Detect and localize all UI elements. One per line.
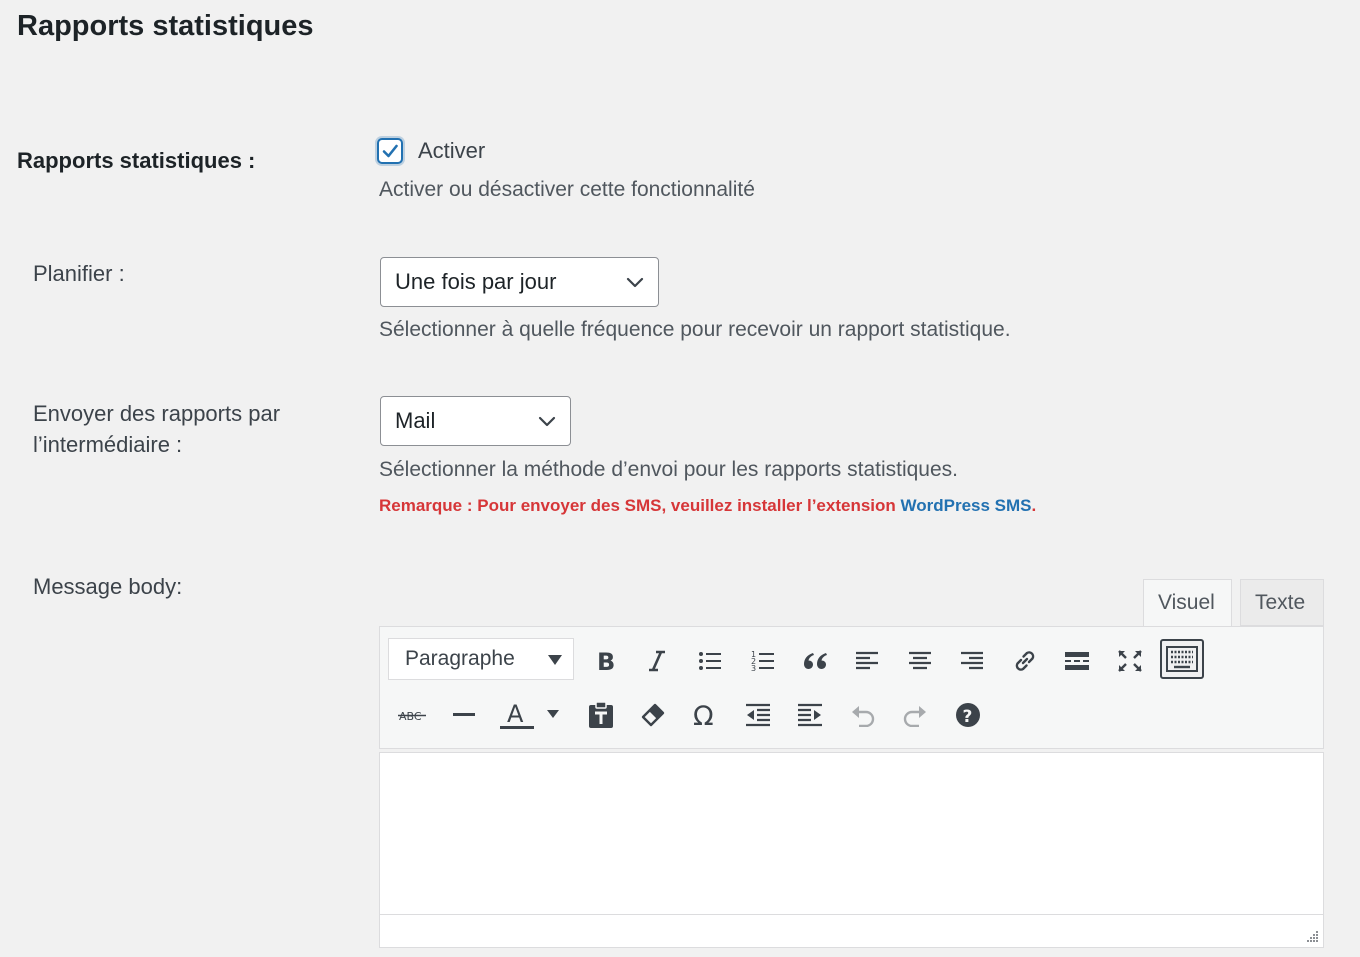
- send-via-select[interactable]: Mail: [380, 396, 571, 446]
- paste-text-button[interactable]: [581, 695, 621, 735]
- link-icon: [1015, 651, 1035, 671]
- indent-button[interactable]: [790, 695, 830, 735]
- strikethrough-button[interactable]: ABC: [392, 695, 432, 735]
- text-color-icon: A: [500, 700, 559, 729]
- svg-text:3: 3: [751, 664, 756, 673]
- svg-text:A: A: [507, 700, 524, 728]
- editor-toolbar: Paragraphe B 1 2 3 ABC A Ω ?: [379, 626, 1324, 749]
- numbered-list-button[interactable]: 1 2 3: [743, 641, 783, 681]
- editor-status-bar: [379, 914, 1324, 948]
- read-more-icon: [1065, 652, 1089, 670]
- clear-formatting-button[interactable]: [633, 695, 673, 735]
- read-more-button[interactable]: [1057, 641, 1097, 681]
- outdent-icon: [746, 703, 770, 727]
- special-character-icon: Ω: [693, 701, 714, 729]
- blockquote-icon: [804, 653, 827, 669]
- horizontal-line-button[interactable]: [444, 695, 484, 735]
- italic-icon: [649, 650, 665, 672]
- svg-text:?: ?: [963, 707, 973, 727]
- outdent-button[interactable]: [738, 695, 778, 735]
- paste-text-icon: [589, 701, 613, 728]
- text-color-button[interactable]: A: [496, 695, 564, 735]
- help-icon: ?: [956, 703, 980, 727]
- chevron-down-icon: [538, 416, 556, 427]
- fullscreen-icon: [1118, 650, 1142, 672]
- indent-icon: [798, 703, 822, 727]
- enable-checkbox[interactable]: [377, 138, 403, 164]
- link-button[interactable]: [1005, 641, 1045, 681]
- undo-button[interactable]: [843, 695, 883, 735]
- horizontal-line-icon: [453, 713, 475, 716]
- bulleted-list-button[interactable]: [690, 641, 730, 681]
- enable-checkbox-label[interactable]: Activer: [418, 138, 485, 164]
- tab-text[interactable]: Texte: [1240, 579, 1324, 626]
- tab-visual[interactable]: Visuel: [1143, 579, 1232, 626]
- schedule-label: Planifier :: [33, 261, 125, 286]
- format-select-value: Paragraphe: [405, 647, 515, 670]
- toolbar-toggle-icon: [1166, 646, 1198, 672]
- svg-text:Ω: Ω: [693, 701, 714, 729]
- enable-row-label: Rapports statistiques :: [17, 148, 256, 173]
- enable-description: Activer ou désactiver cette fonctionnali…: [379, 178, 755, 201]
- wordpress-sms-link[interactable]: WordPress SMS: [901, 496, 1032, 515]
- bold-button[interactable]: B: [585, 641, 625, 681]
- clear-formatting-icon: [641, 703, 665, 727]
- send-via-description: Sélectionner la méthode d’envoi pour les…: [379, 458, 958, 481]
- undo-icon: [852, 706, 875, 727]
- sms-note: Remarque : Pour envoyer des SMS, veuille…: [379, 496, 1036, 516]
- fullscreen-button[interactable]: [1110, 641, 1150, 681]
- svg-text:B: B: [597, 649, 615, 673]
- caret-down-icon: [548, 655, 562, 665]
- align-center-button[interactable]: [900, 641, 940, 681]
- send-via-label-line2: l’intermédiaire :: [33, 432, 183, 457]
- format-select[interactable]: Paragraphe: [388, 638, 574, 680]
- help-button[interactable]: ?: [948, 695, 988, 735]
- align-right-button[interactable]: [952, 641, 992, 681]
- page-title: Rapports statistiques: [17, 10, 314, 42]
- sms-note-text: Remarque : Pour envoyer des SMS, veuille…: [379, 496, 901, 515]
- italic-button[interactable]: [637, 641, 677, 681]
- message-body-label: Message body:: [33, 574, 183, 599]
- numbered-list-icon: 1 2 3: [751, 650, 774, 673]
- redo-button[interactable]: [895, 695, 935, 735]
- checkmark-icon: [382, 144, 398, 158]
- schedule-select[interactable]: Une fois par jour: [380, 257, 659, 307]
- redo-icon: [903, 706, 926, 727]
- align-center-icon: [909, 651, 931, 670]
- svg-text:ABC: ABC: [399, 710, 422, 723]
- strikethrough-icon: ABC: [398, 710, 426, 723]
- align-left-icon: [856, 651, 878, 670]
- schedule-select-value: Une fois par jour: [395, 269, 557, 294]
- send-via-select-value: Mail: [395, 408, 436, 433]
- align-right-icon: [961, 651, 983, 670]
- send-via-label-line1: Envoyer des rapports par: [33, 401, 281, 426]
- toolbar-toggle-button[interactable]: [1160, 639, 1204, 679]
- chevron-down-icon: [626, 277, 644, 288]
- resize-handle-icon[interactable]: [1305, 929, 1319, 943]
- bulleted-list-icon: [699, 652, 721, 670]
- editor-content-area[interactable]: [379, 752, 1324, 915]
- align-left-button[interactable]: [847, 641, 887, 681]
- schedule-description: Sélectionner à quelle fréquence pour rec…: [379, 318, 1011, 341]
- special-character-button[interactable]: Ω: [685, 695, 725, 735]
- blockquote-button[interactable]: [795, 641, 835, 681]
- sms-note-suffix: .: [1031, 496, 1037, 515]
- bold-icon: B: [597, 649, 615, 673]
